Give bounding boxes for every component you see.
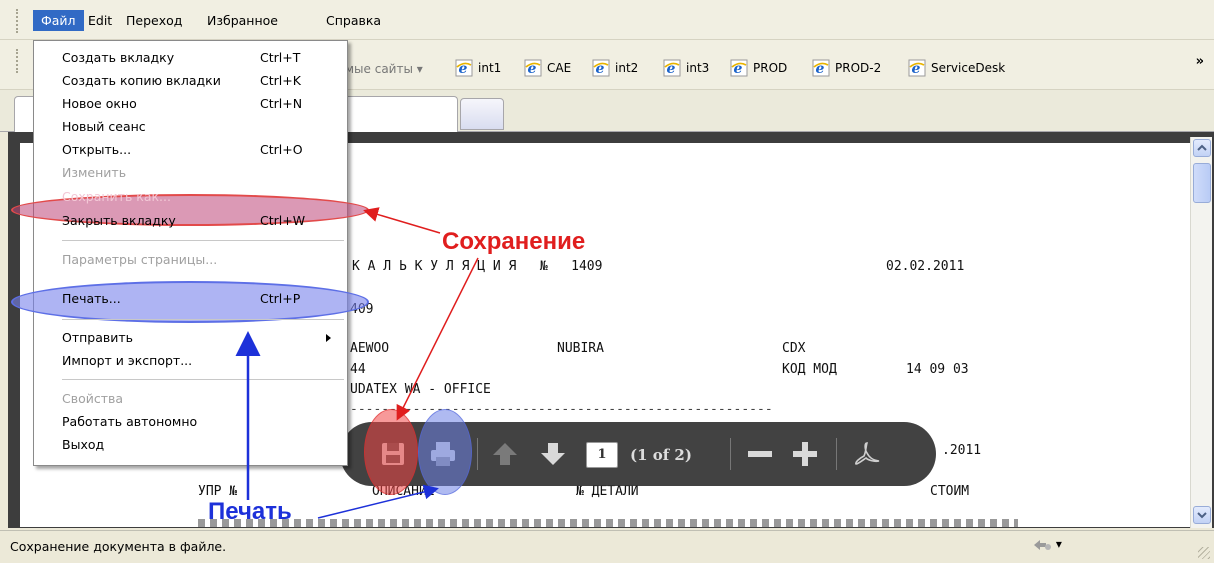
annotation-print: Печать [208,498,292,525]
annotation-save: Сохранение [442,228,586,255]
annotation-arrows [235,207,479,519]
arrow-to-print-button [317,484,439,519]
arrow-to-save-button [396,257,479,421]
arrow-to-save-as [363,207,441,234]
